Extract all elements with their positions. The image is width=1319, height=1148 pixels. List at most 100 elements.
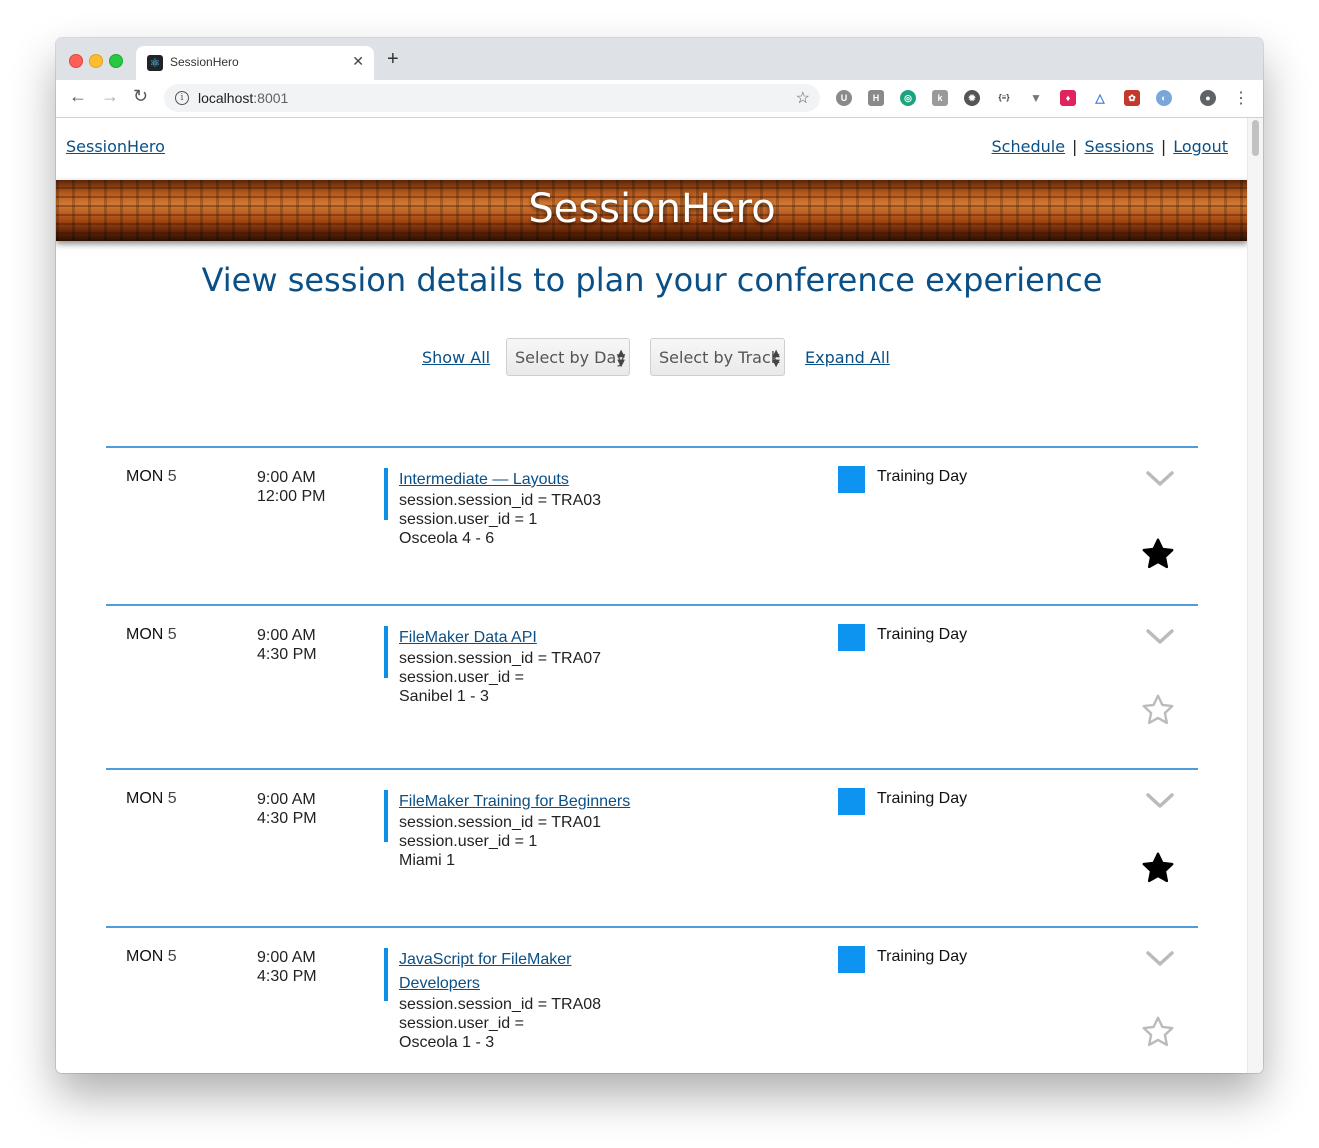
browser-window: ⚛ SessionHero ✕ + ← → ↻ i localhost:8001… <box>56 38 1263 1073</box>
session-start-time: 9:00 AM <box>257 949 316 966</box>
session-id-line: session.session_id = TRA08 <box>399 996 602 1013</box>
session-room: Osceola 1 - 3 <box>399 1034 495 1051</box>
session-user-id-line: session.user_id = <box>399 1015 524 1032</box>
select-arrows-icon: ▲ ▼ <box>617 348 625 369</box>
nav-link-schedule[interactable]: Schedule <box>992 137 1066 156</box>
session-start-time: 9:00 AM <box>257 627 316 644</box>
tab-title: SessionHero <box>170 55 239 69</box>
session-accent-bar <box>384 948 388 1001</box>
url-port: :8001 <box>253 90 289 106</box>
page-content: SessionHero Schedule | Sessions | Logout Ses… <box>56 118 1263 1073</box>
nav-link-logout[interactable]: Logout <box>1173 137 1228 156</box>
page-headline: View session details to plan your confer… <box>201 261 1103 299</box>
session-day: MON 5 <box>126 468 177 486</box>
filter-bar: Show All Select by Day ▲ ▼ Select by Trac… <box>56 338 1248 378</box>
session-day: MON 5 <box>126 626 177 644</box>
address-bar[interactable]: i localhost:8001 ☆ <box>164 84 820 112</box>
url-text[interactable]: localhost:8001 <box>198 90 288 106</box>
top-navigation: Schedule | Sessions | Logout <box>992 137 1228 156</box>
brand-link[interactable]: SessionHero <box>66 137 165 156</box>
star-icon[interactable] <box>1140 1014 1176 1050</box>
react-favicon-icon: ⚛ <box>147 55 163 71</box>
session-time: 9:00 AM 4:30 PM <box>257 626 317 664</box>
page-scrollbar[interactable] <box>1247 118 1263 1073</box>
extension-json-icon[interactable]: {≡} <box>996 90 1012 106</box>
session-room: Sanibel 1 - 3 <box>399 688 489 705</box>
reload-icon[interactable]: ↻ <box>133 86 148 107</box>
session-weekday: MON <box>126 468 164 485</box>
forward-arrow-icon[interactable]: → <box>101 86 119 107</box>
maximize-window-button[interactable] <box>109 54 123 68</box>
track-color-swatch <box>838 788 865 815</box>
new-tab-button[interactable]: + <box>387 48 399 71</box>
extension-globe-icon[interactable]: ◎ <box>900 90 916 106</box>
minimize-window-button[interactable] <box>89 54 103 68</box>
session-id-line: session.session_id = TRA01 <box>399 814 602 831</box>
session-user-id-line: session.user_id = 1 <box>399 511 538 528</box>
chevron-down-icon[interactable] <box>1144 468 1176 488</box>
extension-triangle-icon[interactable]: △ <box>1092 90 1108 106</box>
close-window-button[interactable] <box>69 54 83 68</box>
browser-tab[interactable]: ⚛ SessionHero ✕ <box>136 46 374 80</box>
extension-mic-icon[interactable]: ♦ <box>1060 90 1076 106</box>
session-row: MON 5 9:00 AM 4:30 PM JavaScript for FileMa… <box>106 926 1198 1073</box>
session-end-time: 4:30 PM <box>257 646 317 663</box>
track-color-swatch <box>838 466 865 493</box>
extension-k-icon[interactable]: k <box>932 90 948 106</box>
close-tab-icon[interactable]: ✕ <box>352 53 364 70</box>
browser-toolbar: ← → ↻ i localhost:8001 ☆ U H ◎ k ✹ {≡} ▼… <box>56 80 1263 118</box>
profile-avatar-icon[interactable]: ● <box>1200 90 1216 106</box>
extension-u-icon[interactable]: U <box>836 90 852 106</box>
star-icon[interactable] <box>1140 536 1176 572</box>
session-end-time: 4:30 PM <box>257 810 317 827</box>
chevron-down-icon[interactable] <box>1144 948 1176 968</box>
session-title-link[interactable]: FileMaker Data API <box>399 626 639 650</box>
select-arrows-icon: ▲ ▼ <box>772 348 780 369</box>
session-title-link[interactable]: FileMaker Training for Beginners <box>399 790 639 814</box>
info-icon[interactable]: i <box>175 91 189 105</box>
session-weekday: MON <box>126 790 164 807</box>
expand-all-link[interactable]: Expand All <box>805 348 890 367</box>
session-room: Miami 1 <box>399 852 456 869</box>
session-row: MON 5 9:00 AM 4:30 PM FileMaker Training fo… <box>106 768 1198 928</box>
extension-h-icon[interactable]: H <box>868 90 884 106</box>
session-row: MON 5 9:00 AM 4:30 PM FileMaker Data API ses… <box>106 604 1198 770</box>
session-track: Training Day <box>877 626 968 643</box>
scroll-thumb[interactable] <box>1252 120 1259 156</box>
track-color-swatch <box>838 946 865 973</box>
session-date: 5 <box>167 790 177 807</box>
nav-separator: | <box>1160 137 1167 156</box>
show-all-link[interactable]: Show All <box>422 348 490 367</box>
day-select[interactable]: Select by Day ▲ ▼ <box>506 338 630 376</box>
session-info: Intermediate — Layouts session.session_id… <box>399 468 639 548</box>
track-select[interactable]: Select by Track ▲ ▼ <box>650 338 785 376</box>
chevron-down-icon[interactable] <box>1144 626 1176 646</box>
extension-gear-icon[interactable]: ✹ <box>964 90 980 106</box>
session-title-link[interactable]: Intermediate — Layouts <box>399 468 639 492</box>
star-icon[interactable] <box>1140 692 1176 728</box>
session-id-line: session.session_id = TRA07 <box>399 650 602 667</box>
nav-link-sessions[interactable]: Sessions <box>1084 137 1153 156</box>
banner-title: SessionHero <box>528 186 776 232</box>
session-accent-bar <box>384 468 388 520</box>
session-info: JavaScript for FileMaker Developers sessi… <box>399 948 639 1052</box>
session-end-time: 12:00 PM <box>257 488 326 505</box>
bookmark-star-icon[interactable]: ☆ <box>796 88 810 108</box>
session-weekday: MON <box>126 626 164 643</box>
extension-blue-icon[interactable]: ◐ <box>1156 90 1172 106</box>
track-color-swatch <box>838 624 865 651</box>
session-title-link[interactable]: JavaScript for FileMaker Developers <box>399 948 639 996</box>
back-arrow-icon[interactable]: ← <box>69 86 87 107</box>
tab-strip: ⚛ SessionHero ✕ + <box>56 38 1263 80</box>
star-icon[interactable] <box>1140 850 1176 886</box>
session-start-time: 9:00 AM <box>257 791 316 808</box>
browser-menu-icon[interactable]: ⋮ <box>1233 88 1249 108</box>
extension-vue-icon[interactable]: ▼ <box>1028 90 1044 106</box>
session-day: MON 5 <box>126 790 177 808</box>
chevron-down-icon[interactable] <box>1144 790 1176 810</box>
track-select-label: Select by Track <box>659 348 781 367</box>
session-weekday: MON <box>126 948 164 965</box>
hero-banner: SessionHero <box>56 180 1248 241</box>
extension-red-icon[interactable]: ✿ <box>1124 90 1140 106</box>
session-date: 5 <box>167 626 177 643</box>
